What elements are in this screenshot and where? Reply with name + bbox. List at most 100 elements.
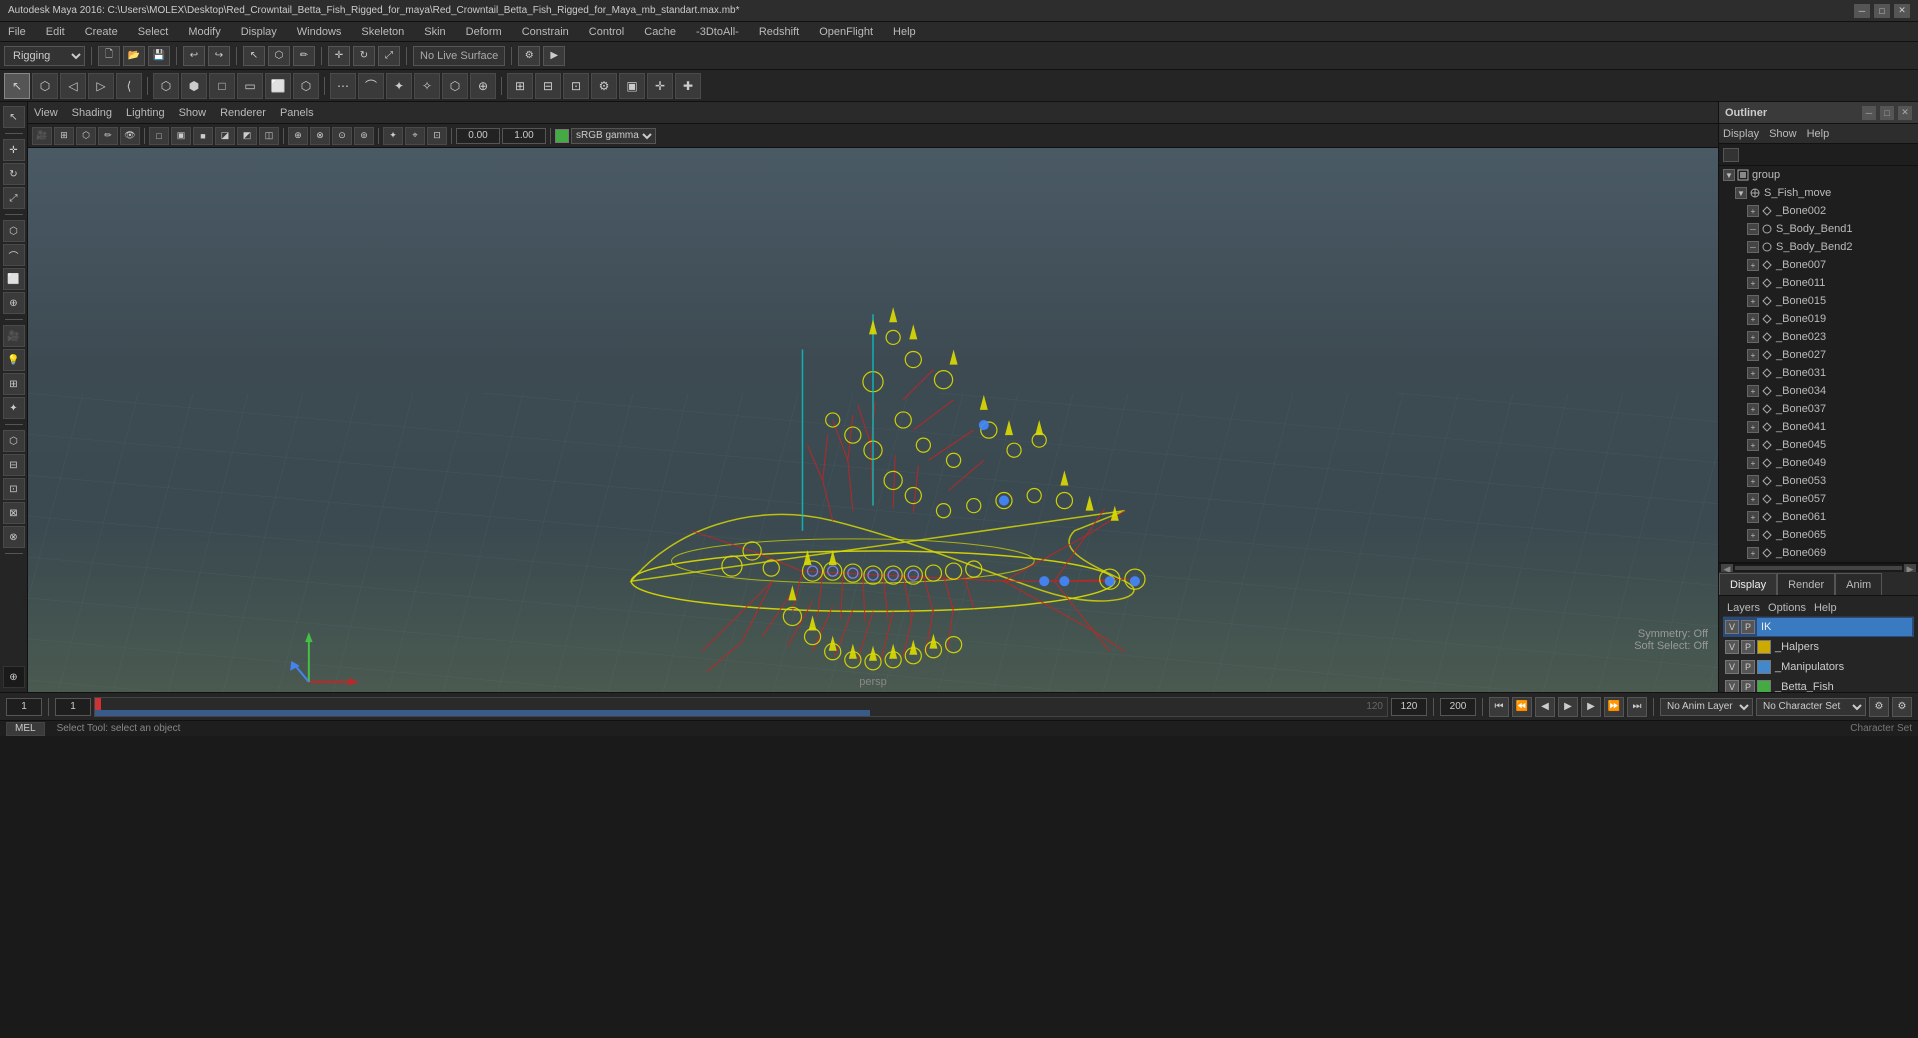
menu-create[interactable]: Create bbox=[81, 26, 122, 38]
layer-p-halpers[interactable]: P bbox=[1741, 640, 1755, 654]
coord-input1[interactable]: 0.00 bbox=[456, 128, 500, 144]
vt-shade5-button[interactable]: ◩ bbox=[237, 127, 257, 145]
tree-item-bone041[interactable]: + _Bone041 bbox=[1719, 418, 1918, 436]
layer-p-ik[interactable]: P bbox=[1741, 620, 1755, 634]
render-button[interactable]: ▶ bbox=[543, 46, 565, 66]
attribute-editor-button[interactable]: ⊡ bbox=[563, 73, 589, 99]
render-view-button[interactable]: ▣ bbox=[619, 73, 645, 99]
tree-item-group[interactable]: ▼ group bbox=[1719, 166, 1918, 184]
menu-modify[interactable]: Modify bbox=[184, 26, 224, 38]
outliner-close[interactable]: ✕ bbox=[1898, 106, 1912, 120]
outliner-tree[interactable]: ▼ group ▼ S_Fish_move + _Bone002 bbox=[1719, 166, 1918, 562]
tab-display[interactable]: Display bbox=[1719, 573, 1777, 595]
tab-anim[interactable]: Anim bbox=[1835, 573, 1882, 595]
surface-lt-button[interactable]: ⬜ bbox=[3, 268, 25, 290]
menu-edit[interactable]: Edit bbox=[42, 26, 69, 38]
layer-color-ik[interactable]: IK bbox=[1757, 618, 1912, 636]
lt-btn13[interactable]: ⊗ bbox=[3, 526, 25, 548]
prev-frame-button[interactable]: ⏪ bbox=[1512, 697, 1532, 717]
layer-v-ik[interactable]: V bbox=[1725, 620, 1739, 634]
field-lt-button[interactable]: ⊞ bbox=[3, 373, 25, 395]
deform-lt-button[interactable]: ⊕ bbox=[3, 292, 25, 314]
menu-skeleton[interactable]: Skeleton bbox=[357, 26, 408, 38]
layers-menu-help[interactable]: Help bbox=[1814, 602, 1837, 614]
range-end-input[interactable] bbox=[1440, 698, 1476, 716]
expand-bone007[interactable]: + bbox=[1747, 259, 1759, 271]
tree-item-bone049[interactable]: + _Bone049 bbox=[1719, 454, 1918, 472]
snap-grid-button[interactable]: ⋯ bbox=[330, 73, 356, 99]
save-scene-button[interactable]: 💾 bbox=[148, 46, 170, 66]
snap-surface-button[interactable]: ⬡ bbox=[442, 73, 468, 99]
tree-item-fish-move[interactable]: ▼ S_Fish_move bbox=[1719, 184, 1918, 202]
vt-shade3-button[interactable]: ■ bbox=[193, 127, 213, 145]
expand-bone069[interactable]: + bbox=[1747, 547, 1759, 559]
minimize-button[interactable]: ─ bbox=[1854, 4, 1870, 18]
vp-menu-renderer[interactable]: Renderer bbox=[220, 107, 266, 119]
menu-deform[interactable]: Deform bbox=[462, 26, 506, 38]
restore-button[interactable]: □ bbox=[1874, 4, 1890, 18]
outliner-search-bar[interactable] bbox=[1719, 144, 1918, 166]
menu-cache[interactable]: Cache bbox=[640, 26, 680, 38]
tree-item-bone057[interactable]: + _Bone057 bbox=[1719, 490, 1918, 508]
tree-item-bone031[interactable]: + _Bone031 bbox=[1719, 364, 1918, 382]
outliner-search-input[interactable] bbox=[1723, 148, 1739, 162]
anim-options2-button[interactable]: ⚙ bbox=[1892, 697, 1912, 717]
expand-group[interactable]: ▼ bbox=[1723, 169, 1735, 181]
layers-menu-layers[interactable]: Layers bbox=[1727, 602, 1760, 614]
layer-v-manipulators[interactable]: V bbox=[1725, 660, 1739, 674]
face-mode-button[interactable]: ⬜ bbox=[265, 73, 291, 99]
expand-body-bend2[interactable]: ─ bbox=[1747, 241, 1759, 253]
vt-snap1[interactable]: ✦ bbox=[383, 127, 403, 145]
expand-bone023[interactable]: + bbox=[1747, 331, 1759, 343]
snap-curve-button[interactable]: ⌒ bbox=[358, 73, 384, 99]
soft-select-button[interactable]: ⟨ bbox=[116, 73, 142, 99]
vertex-mode-button[interactable]: □ bbox=[209, 73, 235, 99]
tree-item-bone019[interactable]: + _Bone019 bbox=[1719, 310, 1918, 328]
color-space-select[interactable]: sRGB gamma bbox=[571, 128, 656, 144]
layer-p-manipulators[interactable]: P bbox=[1741, 660, 1755, 674]
tree-item-bone015[interactable]: + _Bone015 bbox=[1719, 292, 1918, 310]
component-mode-button[interactable]: ⬢ bbox=[181, 73, 207, 99]
outliner-restore[interactable]: □ bbox=[1880, 106, 1894, 120]
snap-view-button[interactable]: ✧ bbox=[414, 73, 440, 99]
scale-mode-button[interactable]: ▷ bbox=[88, 73, 114, 99]
anim-layer-select[interactable]: No Anim Layer bbox=[1660, 698, 1753, 716]
scroll-left-button[interactable]: ◀ bbox=[1721, 564, 1733, 572]
goto-end-button[interactable]: ⏭ bbox=[1627, 697, 1647, 717]
next-frame-button[interactable]: ⏩ bbox=[1604, 697, 1624, 717]
tree-item-bone065[interactable]: + _Bone065 bbox=[1719, 526, 1918, 544]
tab-render[interactable]: Render bbox=[1777, 573, 1835, 595]
new-scene-button[interactable]: 🗋 bbox=[98, 46, 120, 66]
move-mode-button[interactable]: ⬡ bbox=[32, 73, 58, 99]
next-key-button[interactable]: ▶ bbox=[1581, 697, 1601, 717]
lt-btn11[interactable]: ⊡ bbox=[3, 478, 25, 500]
snap-point-button[interactable]: ✦ bbox=[386, 73, 412, 99]
redo-button[interactable]: ↪ bbox=[208, 46, 230, 66]
scale-tool-button[interactable]: ⤢ bbox=[378, 46, 400, 66]
vp-menu-show[interactable]: Show bbox=[179, 107, 207, 119]
vt-paint-button[interactable]: ✏ bbox=[98, 127, 118, 145]
outliner-menu-help[interactable]: Help bbox=[1807, 128, 1830, 140]
history-button[interactable]: ⊞ bbox=[507, 73, 533, 99]
vt-shade4-button[interactable]: ◪ bbox=[215, 127, 235, 145]
expand-bone065[interactable]: + bbox=[1747, 529, 1759, 541]
menu-display[interactable]: Display bbox=[237, 26, 281, 38]
light-lt-button[interactable]: 💡 bbox=[3, 349, 25, 371]
menu-help[interactable]: Help bbox=[889, 26, 920, 38]
rotate-lt-button[interactable]: ↻ bbox=[3, 163, 25, 185]
playback-end-input[interactable] bbox=[1391, 698, 1427, 716]
channel-box-button[interactable]: ⊟ bbox=[535, 73, 561, 99]
char-set-select[interactable]: No Character Set bbox=[1756, 698, 1866, 716]
vt-btn-d[interactable]: ⊚ bbox=[354, 127, 374, 145]
tree-item-bone011[interactable]: + _Bone011 bbox=[1719, 274, 1918, 292]
uv-mode-button[interactable]: ⬡ bbox=[293, 73, 319, 99]
tree-item-bone045[interactable]: + _Bone045 bbox=[1719, 436, 1918, 454]
expand-bone061[interactable]: + bbox=[1747, 511, 1759, 523]
menu-file[interactable]: File bbox=[4, 26, 30, 38]
paint-select-button[interactable]: ✏ bbox=[293, 46, 315, 66]
expand-bone027[interactable]: + bbox=[1747, 349, 1759, 361]
select-tool-button[interactable]: ↖ bbox=[243, 46, 265, 66]
vt-btn-b[interactable]: ⊗ bbox=[310, 127, 330, 145]
vt-hide-button[interactable]: 👁 bbox=[120, 127, 140, 145]
scale-lt-button[interactable]: ⤢ bbox=[3, 187, 25, 209]
